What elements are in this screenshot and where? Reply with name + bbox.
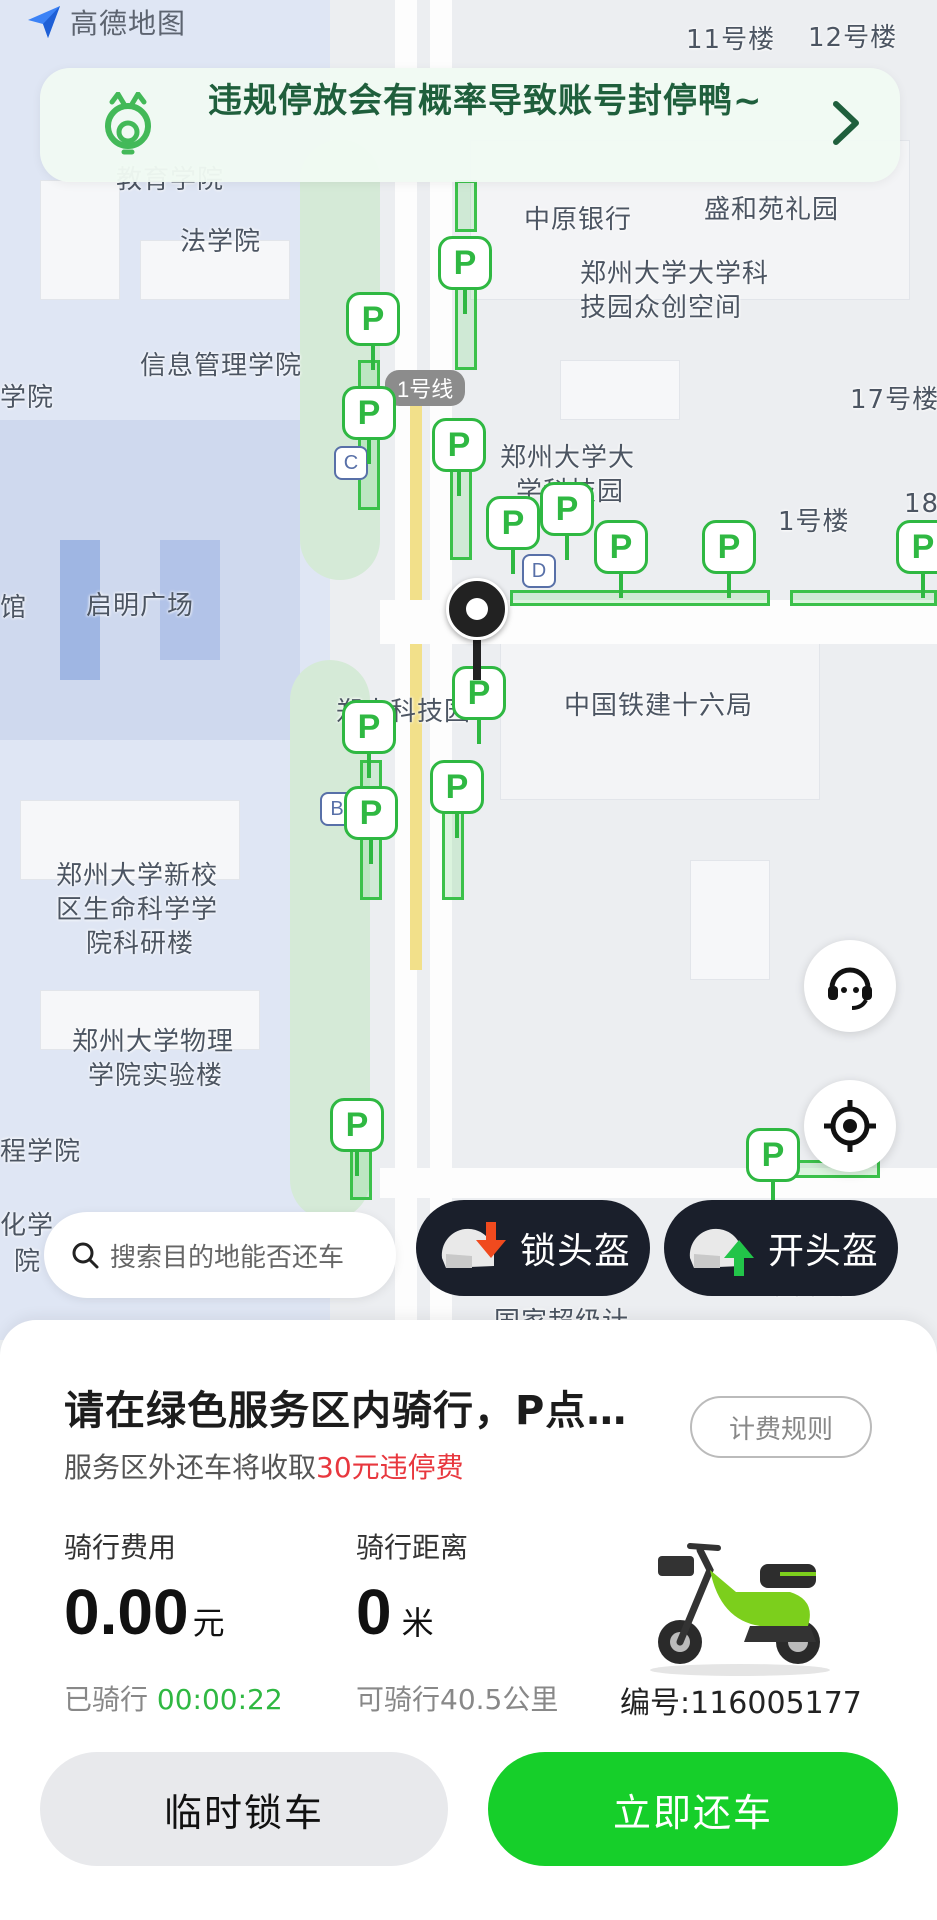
map-label: 18: [904, 489, 937, 519]
ride-time: 已骑行 00:00:22: [64, 1678, 283, 1718]
map-label: 启明广场: [86, 591, 195, 621]
map-label: 11号楼: [686, 25, 776, 55]
distance-label: 骑行距离: [356, 1531, 469, 1564]
search-icon: [72, 1242, 99, 1269]
parking-icon[interactable]: P: [438, 236, 494, 316]
map-label: 郑州大学大学科: [580, 259, 770, 289]
fee-label: 骑行费用: [64, 1531, 177, 1564]
customer-service-icon: [828, 967, 872, 1010]
map-label: 12号楼: [808, 23, 898, 53]
return-bike-button[interactable]: 立即还车: [488, 1752, 898, 1866]
parking-icon[interactable]: P: [346, 292, 402, 372]
fee-unit: 元: [192, 1604, 225, 1642]
pricing-rules-button[interactable]: 计费规则: [690, 1396, 872, 1458]
scooter-serial: 编号:116005177: [620, 1686, 862, 1721]
parking-icon[interactable]: P: [342, 386, 398, 466]
parking-icon[interactable]: P: [486, 496, 542, 576]
ride-status-sheet: 请在绿色服务区内骑行，P点… 计费规则 服务区外还车将收取30元违停费 骑行费用…: [0, 1320, 937, 1920]
location-marker-icon: [446, 578, 512, 688]
parking-icon[interactable]: P: [342, 700, 398, 780]
map-label: 盛和苑礼园: [704, 195, 840, 225]
map-label: 区生命科学学: [56, 895, 219, 925]
map-label: 学院: [0, 383, 55, 413]
map-label: 1号楼: [778, 507, 850, 537]
lock-helmet-button[interactable]: 锁头盔: [416, 1200, 650, 1296]
locate-icon: [824, 1100, 876, 1152]
map-label: 中原银行: [524, 205, 633, 235]
destination-search[interactable]: 搜索目的地能否还车: [44, 1212, 396, 1298]
map-label: 化学: [0, 1211, 55, 1241]
parking-icon[interactable]: P: [702, 520, 758, 600]
map-label: 郑州大学新校: [56, 861, 219, 891]
ride-time-value: 00:00:22: [156, 1683, 283, 1716]
scooter-image: [650, 1543, 830, 1676]
unlock-helmet-button[interactable]: 开头盔: [664, 1200, 898, 1296]
ride-time-label: 已骑行: [64, 1683, 149, 1716]
sheet-title: 请在绿色服务区内骑行，P点…: [64, 1388, 628, 1434]
parking-icon[interactable]: P: [540, 482, 596, 562]
cat-mascot-icon: [105, 92, 151, 155]
temp-lock-button[interactable]: 临时锁车: [40, 1752, 448, 1866]
fee-warning-prefix: 服务区外还车将收取: [64, 1451, 317, 1484]
fee-warning: 服务区外还车将收取30元违停费: [64, 1446, 464, 1486]
parking-icon[interactable]: P: [896, 520, 937, 600]
lock-helmet-label: 锁头盔: [520, 1231, 632, 1272]
map-label: 院科研楼: [86, 929, 195, 959]
notice-banner[interactable]: 违规停放会有概率导致账号封停鸭~: [40, 68, 900, 182]
parking-icon[interactable]: P: [330, 1098, 386, 1178]
parking-icon[interactable]: P: [344, 786, 400, 866]
map-label: 中国铁建十六局: [564, 691, 754, 721]
helmet-lock-icon: [441, 1222, 506, 1268]
map-label: 郑州大学大: [500, 443, 636, 473]
amap-logo-icon: [28, 6, 60, 38]
unlock-helmet-label: 开头盔: [768, 1231, 880, 1272]
distance-value: 0米: [356, 1574, 434, 1661]
parking-icon[interactable]: P: [430, 760, 486, 840]
fee-amount: 0.00: [64, 1576, 189, 1648]
map-label: 技园众创空间: [580, 293, 743, 323]
map-label: 院: [14, 1247, 42, 1277]
chevron-right-icon[interactable]: [826, 98, 866, 148]
map-label: 程学院: [0, 1137, 82, 1167]
map-label: 馆: [0, 593, 28, 623]
notice-text: 违规停放会有概率导致账号封停鸭~: [208, 81, 763, 121]
customer-service-button[interactable]: [804, 940, 896, 1032]
amap-logo: 高德地图: [24, 2, 186, 42]
range-text: 可骑行40.5公里: [356, 1683, 559, 1716]
map-label: 学院实验楼: [88, 1061, 224, 1091]
locate-button[interactable]: [804, 1080, 896, 1172]
parking-icon[interactable]: P: [432, 418, 488, 498]
map-label: 信息管理学院: [140, 351, 303, 381]
distance-unit: 米: [401, 1604, 434, 1642]
search-placeholder: 搜索目的地能否还车: [110, 1242, 345, 1273]
fee-warning-amount: 30元违停费: [316, 1451, 464, 1484]
amap-brand: 高德地图: [70, 7, 187, 40]
fee-value: 0.00 元: [64, 1574, 225, 1661]
helmet-unlock-icon: [689, 1228, 754, 1276]
parking-icon[interactable]: P: [594, 520, 650, 600]
map-label: 法学院: [180, 227, 262, 257]
map-view[interactable]: 11号楼 12号楼 教育学院 法学院 中原银行 盛和苑礼园 郑州大学大学科 技园…: [0, 0, 937, 1340]
distance-amount: 0: [356, 1576, 392, 1648]
map-label: 郑州大学物理: [72, 1027, 235, 1057]
map-label: 17号楼: [850, 385, 937, 415]
parking-icon[interactable]: P: [746, 1128, 802, 1208]
